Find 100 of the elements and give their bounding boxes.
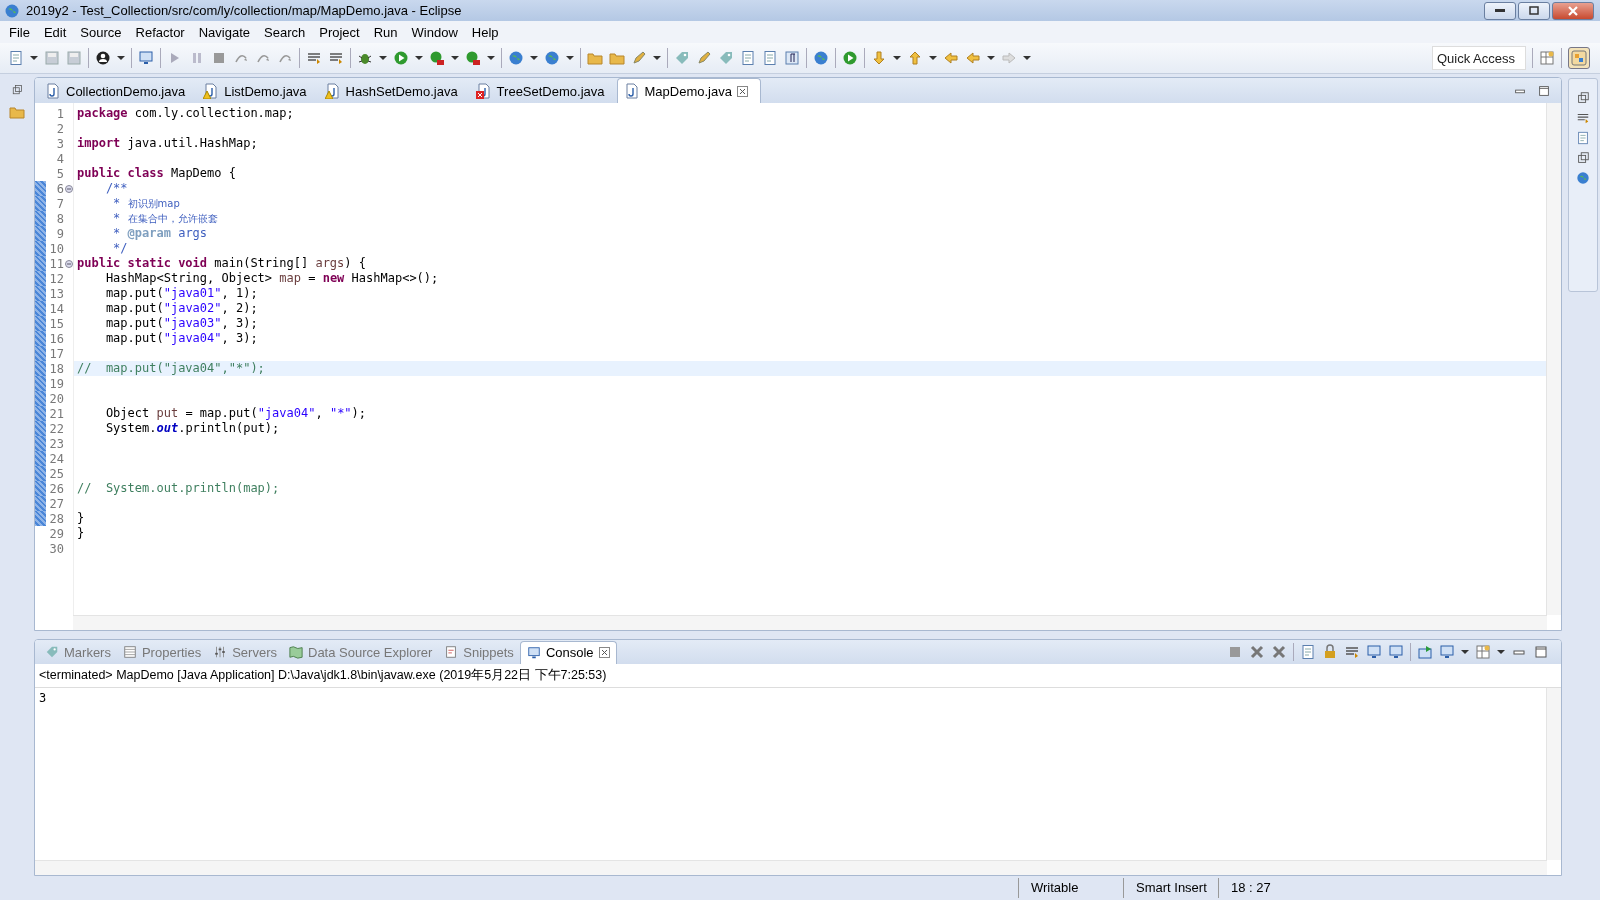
menu-item[interactable]: Source (73, 24, 129, 40)
editor-tab[interactable]: TreeSetDemo.java (469, 79, 617, 103)
run-icon[interactable] (842, 50, 858, 66)
menu-item[interactable]: Search (257, 24, 313, 40)
tag-icon[interactable] (674, 50, 690, 66)
scrollbar[interactable] (73, 615, 1547, 631)
panel-tab[interactable]: Data Source Explorer (283, 641, 439, 664)
maximize-icon[interactable] (1533, 644, 1549, 661)
menu-item[interactable]: Project (312, 24, 367, 40)
new-file-icon[interactable] (8, 50, 24, 66)
caret-icon[interactable] (987, 54, 995, 62)
tag-icon[interactable] (718, 50, 734, 66)
line-number: 21 (48, 406, 64, 421)
remove-all-icon[interactable] (1271, 644, 1287, 661)
scrollbar[interactable] (35, 860, 1547, 875)
menu-item[interactable]: Run (366, 24, 405, 40)
folder-icon[interactable] (609, 50, 625, 66)
caret-icon[interactable] (893, 54, 901, 62)
line-number: 5 (55, 166, 64, 181)
caret-icon[interactable] (1023, 54, 1031, 62)
panel-tab[interactable]: Servers (207, 641, 283, 664)
run-icon[interactable] (465, 50, 481, 66)
up-arrow-icon[interactable] (907, 50, 923, 66)
quick-access-field[interactable]: Quick Access (1432, 46, 1526, 70)
caret-icon[interactable] (30, 54, 38, 62)
monitor-icon[interactable] (1439, 644, 1455, 661)
caret-icon[interactable] (566, 54, 574, 62)
menu-item[interactable]: Refactor (128, 24, 192, 40)
lock-icon[interactable] (1322, 644, 1338, 661)
menu-item[interactable]: File (2, 24, 37, 40)
monitor-icon[interactable] (1388, 644, 1404, 661)
scrollbar[interactable] (1546, 103, 1561, 616)
caret-icon[interactable] (117, 54, 125, 62)
menu-item[interactable]: Navigate (191, 24, 257, 40)
restore-icon[interactable] (1576, 151, 1590, 165)
remove-icon[interactable] (1249, 644, 1265, 661)
paragraph-icon[interactable] (784, 50, 800, 66)
panel-tab[interactable]: Properties (116, 641, 208, 664)
globe-icon[interactable] (544, 50, 560, 66)
task-icon[interactable] (1576, 131, 1590, 145)
close-icon[interactable] (736, 85, 748, 97)
open-perspective-icon[interactable] (1539, 50, 1555, 66)
caret-icon[interactable] (415, 54, 423, 62)
scrollbar[interactable] (1546, 688, 1561, 860)
caret-icon[interactable] (653, 54, 661, 62)
person-icon[interactable] (95, 50, 111, 66)
list-icon[interactable] (328, 50, 344, 66)
back-arrow-icon[interactable] (943, 50, 959, 66)
back-arrow-icon[interactable] (965, 50, 981, 66)
pin-icon[interactable] (1417, 644, 1433, 661)
monitor-icon[interactable] (1366, 644, 1382, 661)
menu-item[interactable]: Window (404, 24, 465, 40)
pen-icon[interactable] (631, 50, 647, 66)
globe-icon[interactable] (508, 50, 524, 66)
code-line: Object put = map.put("java04", "*"); (104, 406, 367, 420)
panel-tab[interactable]: Markers (39, 641, 117, 664)
editor-tab[interactable]: HashSetDemo.java (318, 79, 470, 103)
caret-icon[interactable] (379, 54, 387, 62)
caret-icon[interactable] (1497, 648, 1505, 657)
caret-icon[interactable] (1461, 648, 1469, 657)
menu-item[interactable]: Edit (36, 24, 74, 40)
pen-icon[interactable] (696, 50, 712, 66)
clear-icon[interactable] (1300, 644, 1316, 661)
folder-icon[interactable] (587, 50, 603, 66)
maximize-button[interactable] (1518, 1, 1550, 20)
close-button[interactable] (1552, 1, 1594, 20)
package-explorer-icon[interactable] (9, 104, 25, 120)
panel-tab[interactable]: Console (519, 641, 617, 664)
caret-icon[interactable] (530, 54, 538, 62)
monitor-icon[interactable] (138, 50, 154, 66)
outline-icon[interactable] (1576, 111, 1590, 125)
panel-tab[interactable]: Snippets (438, 641, 520, 664)
word-wrap-icon[interactable] (1344, 644, 1360, 661)
console-output: 3 (39, 691, 48, 706)
minimize-button[interactable] (1484, 1, 1516, 20)
doc-icon[interactable] (762, 50, 778, 66)
run-icon[interactable] (393, 50, 409, 66)
line-number: 9 (55, 226, 64, 241)
down-arrow-icon[interactable] (871, 50, 887, 66)
restore-icon[interactable] (1576, 91, 1590, 105)
stop-icon[interactable] (211, 50, 227, 66)
palette-icon[interactable] (1576, 171, 1590, 185)
doc-icon[interactable] (740, 50, 756, 66)
editor-tab[interactable]: ListDemo.java (197, 79, 319, 103)
caret-icon[interactable] (929, 54, 937, 62)
collapse-icon[interactable] (65, 259, 73, 268)
restore-icon[interactable] (11, 84, 23, 96)
collapse-icon[interactable] (65, 184, 73, 193)
run-icon[interactable] (429, 50, 445, 66)
new-console-icon[interactable] (1475, 644, 1491, 661)
editor-tab[interactable]: MapDemo.java (616, 78, 761, 103)
menu-item[interactable]: Help (464, 24, 506, 40)
caret-icon[interactable] (487, 54, 495, 62)
caret-icon[interactable] (451, 54, 459, 62)
list-icon[interactable] (306, 50, 322, 66)
maximize-icon[interactable] (1537, 83, 1551, 98)
globe-icon[interactable] (813, 50, 829, 66)
close-icon[interactable] (598, 647, 610, 659)
perspective-button[interactable] (1568, 47, 1590, 69)
editor-tab[interactable]: CollectionDemo.java (39, 79, 198, 103)
